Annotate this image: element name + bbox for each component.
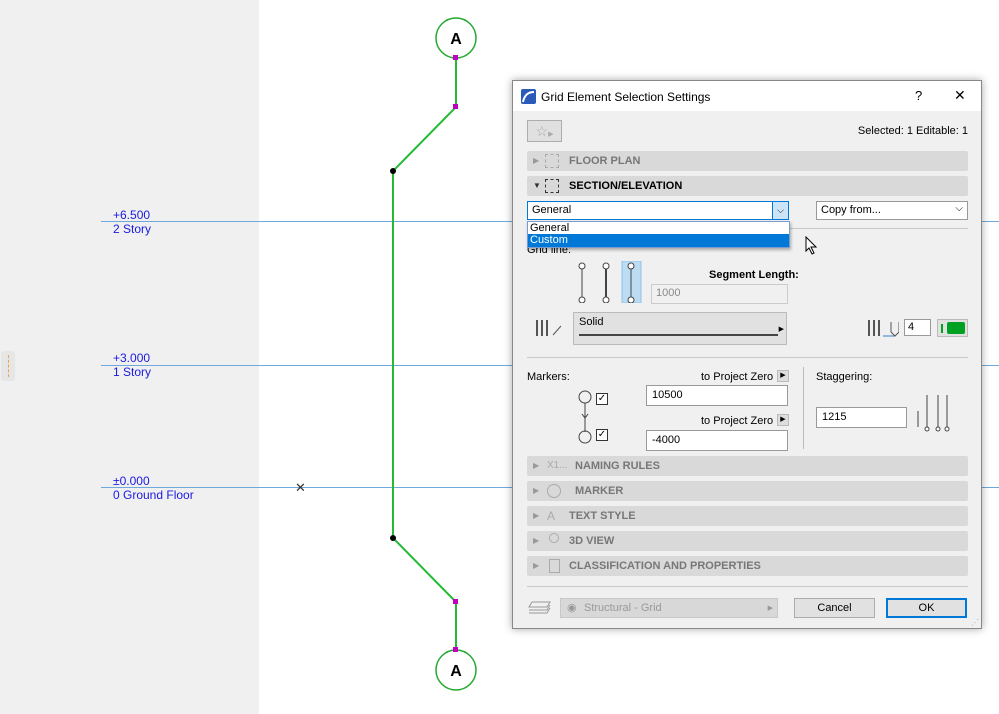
staggering-input[interactable]: 1215 bbox=[816, 407, 907, 428]
pen-color-swatch bbox=[947, 322, 965, 334]
grid-marker-label: A bbox=[450, 663, 462, 680]
mode-dropdown-list: General Custom bbox=[527, 221, 790, 248]
selection-info: Selected: 1 Editable: 1 bbox=[857, 125, 968, 137]
expand-icon: ▶ bbox=[533, 156, 540, 165]
dialog-title: Grid Element Selection Settings bbox=[541, 90, 711, 104]
expand-icon: ▶ bbox=[533, 486, 540, 495]
cancel-button[interactable]: Cancel bbox=[794, 598, 875, 618]
section-label: SECTION/ELEVATION bbox=[569, 180, 683, 192]
grid-marker-label: A bbox=[450, 31, 462, 48]
layer-value: Structural - Grid bbox=[584, 602, 662, 614]
pen-icon bbox=[868, 320, 899, 337]
grid-settings-dialog: Grid Element Selection Settings ? ✕ ☆▶ S… bbox=[512, 80, 982, 629]
to-project-zero-label: to Project Zero bbox=[701, 415, 774, 427]
arrow-right-icon: ▶ bbox=[767, 605, 773, 612]
hotspot[interactable] bbox=[453, 647, 458, 652]
hotspot[interactable] bbox=[453, 55, 458, 60]
title-bar: Grid Element Selection Settings ? ✕ bbox=[513, 81, 981, 111]
chevron-down-icon: ⌵ bbox=[955, 203, 963, 214]
eye-icon: ◉ bbox=[567, 602, 577, 614]
document-icon bbox=[549, 559, 560, 573]
section-label: MARKER bbox=[575, 485, 624, 497]
section-label: 3D VIEW bbox=[569, 535, 615, 547]
layers-icon bbox=[528, 601, 551, 614]
grid-line-type-options[interactable] bbox=[575, 261, 645, 303]
section-naming-rules[interactable]: ▶ X1... NAMING RULES bbox=[527, 456, 968, 476]
section-classification[interactable]: ▶ CLASSIFICATION AND PROPERTIES bbox=[527, 556, 968, 576]
section-label: NAMING RULES bbox=[575, 460, 660, 472]
copy-from-select[interactable]: Copy from... ⌵ bbox=[816, 201, 968, 220]
staggering-label: Staggering: bbox=[816, 371, 873, 383]
arrow-right-icon: ▶ bbox=[778, 326, 784, 333]
section-label: CLASSIFICATION AND PROPERTIES bbox=[569, 560, 761, 572]
mouse-cursor-icon bbox=[805, 236, 818, 255]
layer-selector[interactable]: ◉ Structural - Grid ▶ bbox=[560, 598, 778, 618]
text-style-icon: A bbox=[547, 509, 556, 523]
arrow-right-icon: ▶ bbox=[548, 131, 554, 138]
option-custom[interactable]: Custom bbox=[528, 234, 789, 247]
expand-icon: ▶ bbox=[533, 561, 540, 570]
marker-bottom-input[interactable]: -4000 bbox=[646, 430, 788, 451]
expand-icon: ▶ bbox=[533, 511, 540, 520]
markers-label: Markers: bbox=[527, 371, 570, 383]
expand-icon: ▶ bbox=[533, 536, 540, 545]
section-floor-plan[interactable]: ▶ FLOOR PLAN bbox=[527, 151, 968, 171]
star-icon: ☆ bbox=[535, 123, 549, 139]
line-type-selector[interactable]: Solid ▶ bbox=[573, 312, 787, 345]
chevron-down-icon[interactable]: ⌵ bbox=[772, 202, 788, 219]
mode-select[interactable]: General bbox=[527, 201, 789, 220]
floor-plan-icon bbox=[545, 154, 559, 168]
section-text-style[interactable]: ▶ A TEXT STYLE bbox=[527, 506, 968, 526]
marker-icon bbox=[547, 484, 561, 498]
resize-grip-icon[interactable]: ⋰ bbox=[971, 618, 979, 627]
section-label: TEXT STYLE bbox=[569, 510, 636, 522]
marker-both-ends-icon bbox=[578, 390, 592, 444]
node[interactable] bbox=[390, 168, 396, 174]
line-type-icon bbox=[536, 320, 562, 336]
to-project-zero-label: to Project Zero bbox=[701, 371, 774, 383]
3d-view-icon bbox=[549, 533, 559, 543]
node[interactable] bbox=[390, 535, 396, 541]
pen-color-button[interactable] bbox=[937, 319, 968, 337]
grid-line[interactable] bbox=[392, 58, 457, 650]
hotspot[interactable] bbox=[453, 104, 458, 109]
expand-icon: ▶ bbox=[533, 461, 540, 470]
segment-length-input[interactable]: 1000 bbox=[651, 284, 788, 304]
archicad-logo-icon bbox=[521, 89, 536, 104]
copy-from-label: Copy from... bbox=[821, 204, 881, 216]
section-label: FLOOR PLAN bbox=[569, 155, 641, 167]
marker-top-checkbox[interactable]: ✓ bbox=[596, 393, 608, 405]
section-icon bbox=[545, 179, 559, 193]
section-3d-view[interactable]: ▶ 3D VIEW bbox=[527, 531, 968, 551]
pen-number-input[interactable]: 4 bbox=[904, 319, 931, 336]
favorites-button[interactable]: ☆▶ bbox=[527, 120, 562, 142]
option-general[interactable]: General bbox=[528, 222, 789, 234]
reference-menu-button[interactable]: ▶ bbox=[777, 414, 789, 426]
staggering-icon bbox=[917, 395, 950, 432]
segment-length-label: Segment Length: bbox=[709, 269, 799, 281]
marker-top-input[interactable]: 10500 bbox=[646, 385, 788, 406]
collapse-icon: ▼ bbox=[533, 181, 541, 190]
ok-button[interactable]: OK bbox=[886, 598, 967, 618]
marker-bottom-checkbox[interactable]: ✓ bbox=[596, 429, 608, 441]
section-section-elevation[interactable]: ▼ SECTION/ELEVATION bbox=[527, 176, 968, 196]
close-button[interactable]: ✕ bbox=[954, 87, 966, 104]
help-button[interactable]: ? bbox=[915, 88, 922, 103]
line-type-value: Solid bbox=[579, 316, 604, 328]
reference-menu-button[interactable]: ▶ bbox=[777, 370, 789, 382]
hotspot[interactable] bbox=[453, 599, 458, 604]
section-marker[interactable]: ▶ MARKER bbox=[527, 481, 968, 501]
naming-rules-icon: X1... bbox=[547, 460, 568, 471]
